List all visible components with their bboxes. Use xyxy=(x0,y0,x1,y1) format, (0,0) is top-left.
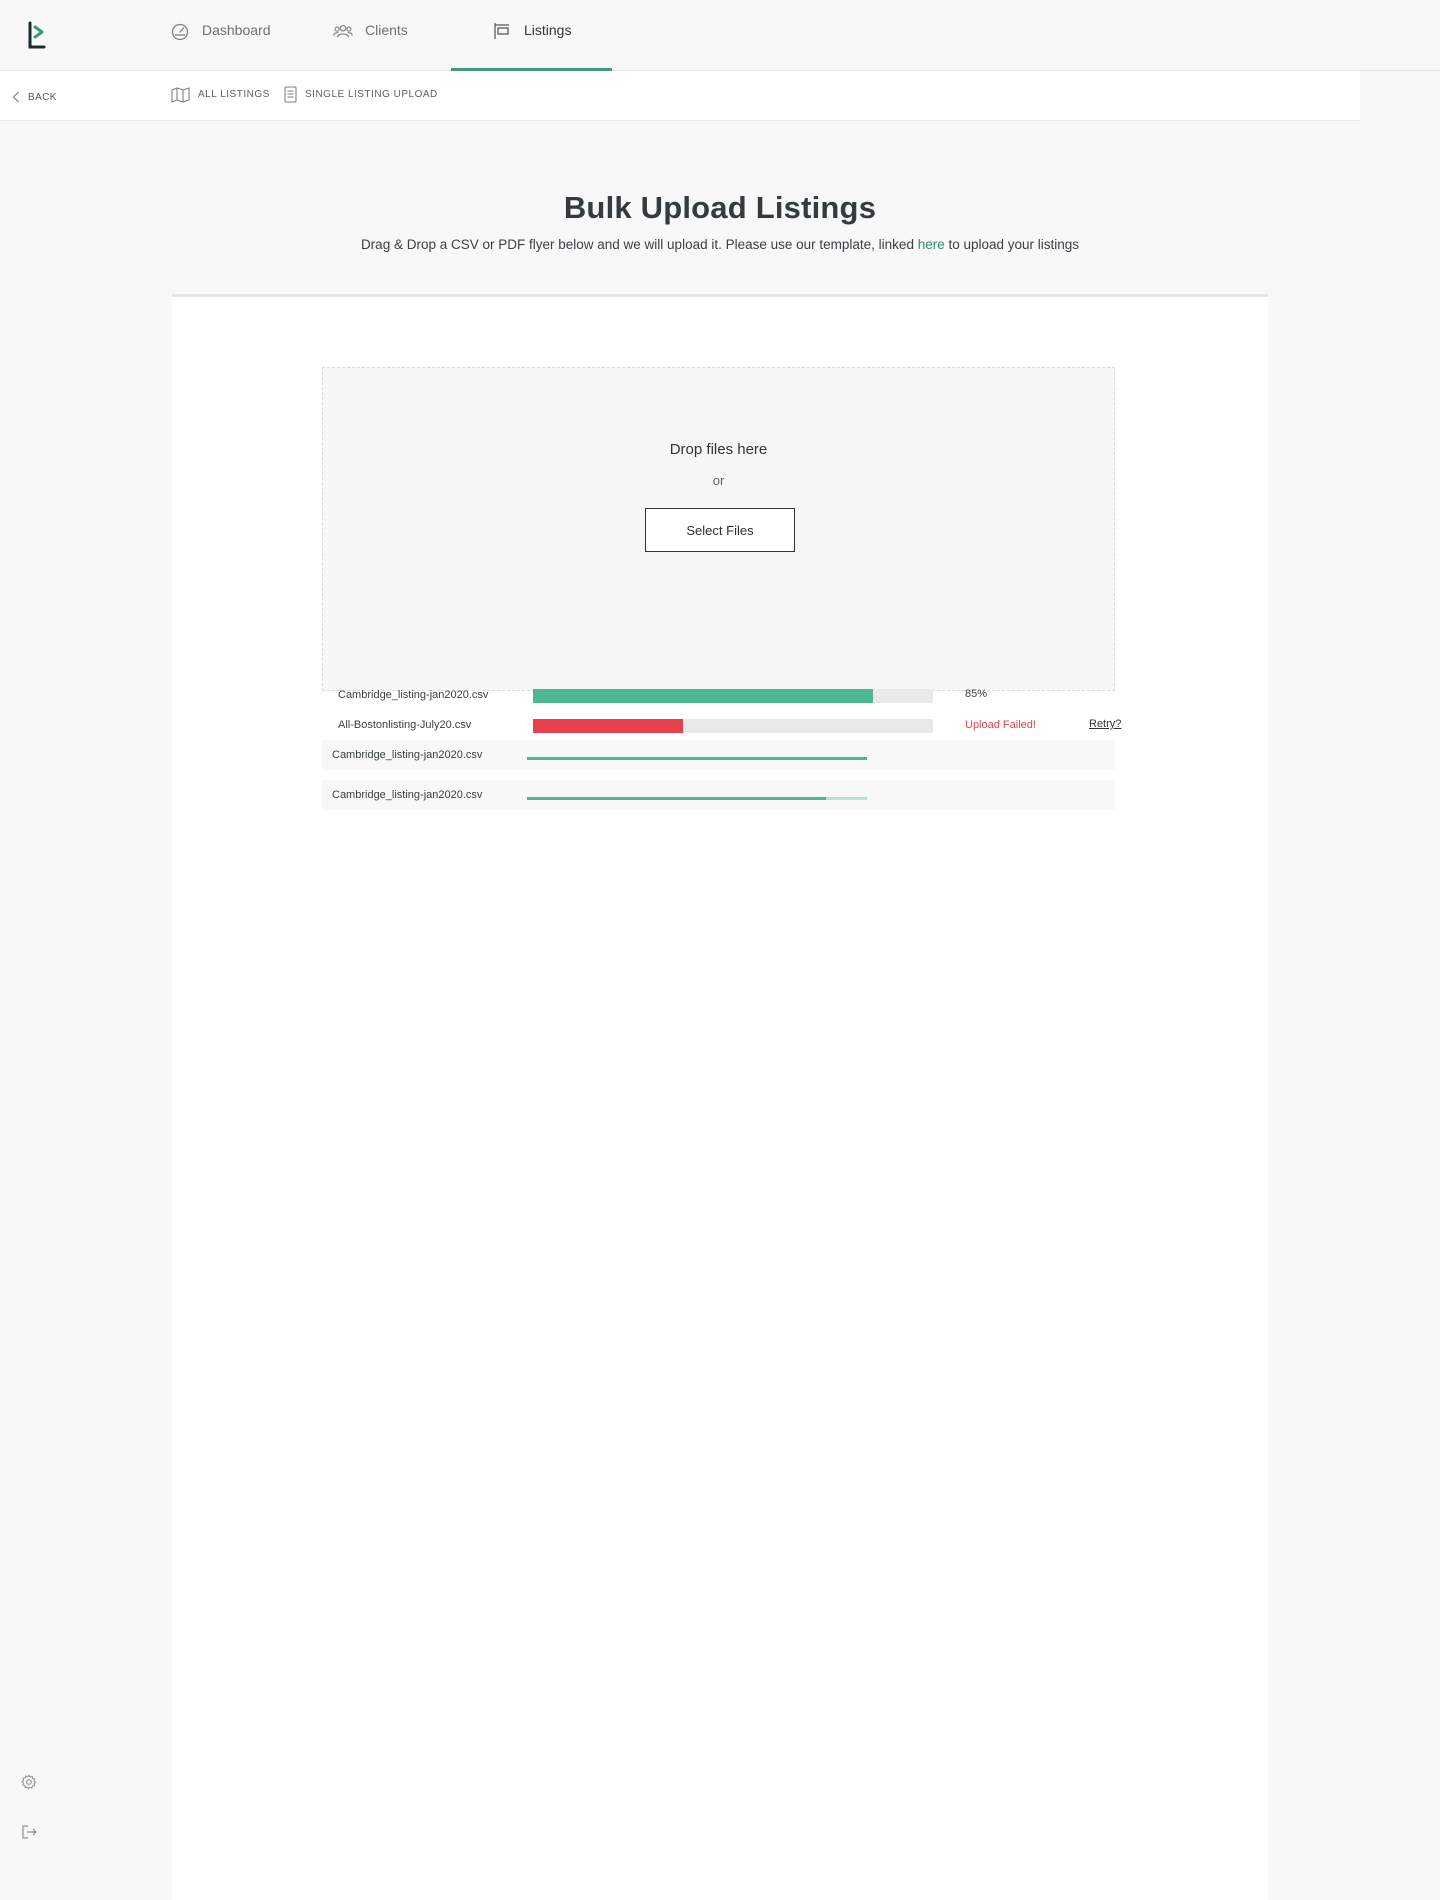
page-subtitle: Drag & Drop a CSV or PDF flyer below and… xyxy=(0,237,1440,252)
upload-filename: All-Bostonlisting-July20.csv xyxy=(338,719,472,731)
retry-link[interactable]: Retry? xyxy=(1089,718,1121,730)
gauge-icon xyxy=(171,23,189,40)
logout-icon[interactable] xyxy=(21,1824,37,1840)
subnav-all-listings[interactable]: ALL LISTINGS xyxy=(171,86,270,103)
nav-clients-label: Clients xyxy=(365,22,408,38)
page-title: Bulk Upload Listings xyxy=(563,190,877,225)
upload-filename: Cambridge_listing-jan2020.csv xyxy=(338,689,489,701)
queue-progress-fill xyxy=(527,757,867,760)
upload-card: Drop files here or Select Files Cambridg… xyxy=(172,294,1268,1900)
list-item: Cambridge_listing-jan2020.csv xyxy=(322,780,1115,810)
queue-filename: Cambridge_listing-jan2020.csv xyxy=(332,749,483,761)
queue-progress-fill xyxy=(527,797,827,800)
upload-progress-fill xyxy=(533,689,873,703)
back-button[interactable]: BACK xyxy=(12,91,57,103)
subtitle-text-after: to upload your listings xyxy=(944,237,1080,252)
document-icon xyxy=(284,86,297,103)
app-logo[interactable] xyxy=(26,21,48,51)
queue-progress-bar xyxy=(527,797,867,800)
sub-navbar: BACK ALL LISTINGS SINGLE LISTING UPLOAD xyxy=(0,71,1360,121)
select-files-button[interactable]: Select Files xyxy=(645,508,795,552)
upload-progress-bar xyxy=(533,719,933,733)
gear-icon[interactable] xyxy=(21,1774,37,1790)
upload-failed-status: Upload Failed! xyxy=(965,719,1036,731)
subtitle-text-before: Drag & Drop a CSV or PDF flyer below and… xyxy=(360,237,918,252)
upload-progress-fill xyxy=(533,719,683,733)
back-label: BACK xyxy=(28,91,57,103)
users-icon xyxy=(333,24,353,38)
dropzone-title: Drop files here xyxy=(669,441,768,458)
queue-filename: Cambridge_listing-jan2020.csv xyxy=(332,789,483,801)
template-link[interactable]: here xyxy=(918,237,945,252)
top-navbar: Dashboard Clients Listings xyxy=(0,0,1440,72)
list-item: Cambridge_listing-jan2020.csv xyxy=(322,740,1115,770)
nav-dashboard-label: Dashboard xyxy=(202,22,271,38)
queue-progress-bar xyxy=(527,757,867,760)
upload-row: Cambridge_listing-jan2020.csv 85% xyxy=(338,688,1098,706)
nav-listings-label: Listings xyxy=(524,22,572,38)
upload-percent: 85% xyxy=(965,688,988,700)
subnav-single-listing-upload-label: SINGLE LISTING UPLOAD xyxy=(305,89,438,100)
nav-listings[interactable]: Listings xyxy=(451,0,612,72)
dropzone-or: or xyxy=(712,473,725,488)
subnav-single-listing-upload[interactable]: SINGLE LISTING UPLOAD xyxy=(284,86,438,103)
upload-progress-bar xyxy=(533,689,933,703)
subnav-all-listings-label: ALL LISTINGS xyxy=(198,89,270,100)
chevron-left-icon xyxy=(12,91,19,103)
file-dropzone[interactable]: Drop files here or Select Files Cambridg… xyxy=(322,367,1121,733)
sign-icon xyxy=(494,23,509,39)
map-icon xyxy=(171,87,190,103)
nav-dashboard[interactable]: Dashboard xyxy=(170,0,271,71)
upload-row: All-Bostonlisting-July20.csv Upload Fail… xyxy=(338,718,1121,736)
nav-clients[interactable]: Clients xyxy=(333,0,408,71)
